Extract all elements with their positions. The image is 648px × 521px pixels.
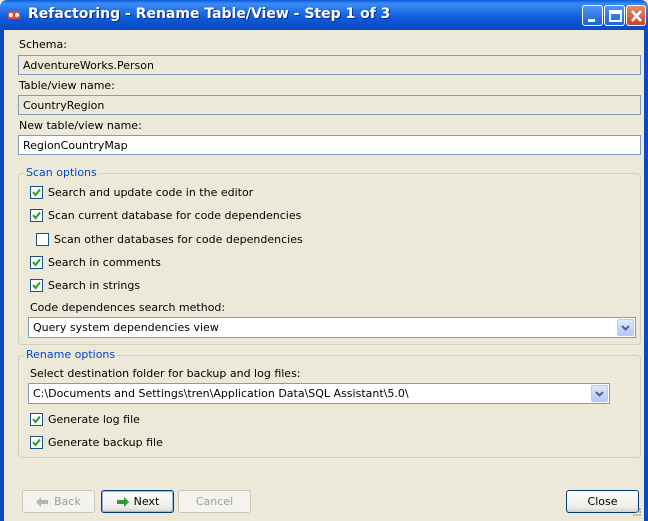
new-name-label: New table/view name: (19, 119, 142, 132)
checkbox-box (30, 279, 43, 292)
scan-options-title: Scan options (24, 166, 99, 179)
dropdown-button[interactable] (591, 385, 608, 402)
schema-field: AdventureWorks.Person (18, 55, 641, 75)
checkbox-label: Search and update code in the editor (48, 186, 254, 199)
app-icon (8, 11, 20, 19)
close-window-button[interactable] (626, 5, 646, 26)
close-button[interactable]: Close (566, 490, 639, 513)
checkbox-label: Generate log file (48, 413, 140, 426)
next-button[interactable]: Next (101, 490, 174, 513)
checkbox-box (30, 413, 43, 426)
minimize-button[interactable] (582, 5, 603, 26)
table-view-label: Table/view name: (19, 79, 115, 92)
window-frame-left (0, 30, 4, 521)
checkbox-label: Scan current database for code dependenc… (48, 209, 302, 222)
checkbox-label: Search in comments (48, 256, 161, 269)
window-title: Refactoring - Rename Table/View - Step 1… (28, 6, 391, 22)
destination-folder-value: C:\Documents and Settings\tren\Applicati… (33, 387, 409, 400)
checkbox-box (36, 233, 49, 246)
search-method-value: Query system dependencies view (33, 321, 219, 334)
resize-grip-icon[interactable] (632, 507, 642, 517)
scan-other-db-checkbox[interactable]: Scan other databases for code dependenci… (36, 233, 303, 246)
checkbox-box (30, 186, 43, 199)
checkbox-box (30, 436, 43, 449)
back-button-label: Back (54, 495, 81, 508)
checkbox-label: Generate backup file (48, 436, 163, 449)
checkmark-icon (32, 211, 41, 220)
table-view-field: CountryRegion (18, 95, 641, 115)
back-button[interactable]: Back (22, 490, 95, 513)
destination-folder-select[interactable]: C:\Documents and Settings\tren\Applicati… (28, 383, 610, 404)
search-method-select[interactable]: Query system dependencies view (28, 317, 636, 338)
rename-options-title: Rename options (24, 348, 118, 361)
scan-current-db-checkbox[interactable]: Scan current database for code dependenc… (30, 209, 301, 222)
checkbox-box (30, 209, 43, 222)
search-method-label: Code dependences search method: (30, 301, 226, 314)
chevron-down-icon (595, 391, 604, 397)
maximize-button[interactable] (604, 5, 625, 26)
generate-backup-checkbox[interactable]: Generate backup file (30, 436, 163, 449)
checkbox-label: Search in strings (48, 279, 141, 292)
search-comments-checkbox[interactable]: Search in comments (30, 256, 161, 269)
checkmark-icon (32, 281, 41, 290)
cancel-button[interactable]: Cancel (178, 490, 251, 513)
arrow-right-icon (116, 496, 129, 507)
next-button-label: Next (133, 495, 160, 508)
new-name-input[interactable]: RegionCountryMap (18, 135, 641, 155)
arrow-left-icon (36, 496, 49, 507)
close-icon (631, 10, 642, 22)
chevron-down-icon (621, 325, 630, 331)
checkbox-label: Scan other databases for code dependenci… (54, 233, 303, 246)
search-strings-checkbox[interactable]: Search in strings (30, 279, 140, 292)
maximize-icon (609, 10, 622, 22)
destination-folder-label: Select destination folder for backup and… (30, 367, 301, 380)
dropdown-button[interactable] (617, 319, 634, 336)
search-update-editor-checkbox[interactable]: Search and update code in the editor (30, 186, 253, 199)
checkmark-icon (32, 258, 41, 267)
checkmark-icon (32, 438, 41, 447)
cancel-button-label: Cancel (195, 495, 234, 508)
schema-label: Schema: (19, 38, 67, 51)
minimize-icon (588, 19, 595, 22)
checkmark-icon (32, 415, 41, 424)
checkbox-box (30, 256, 43, 269)
window-frame-right (644, 30, 648, 521)
checkmark-icon (32, 188, 41, 197)
close-button-label: Close (587, 495, 618, 508)
generate-log-checkbox[interactable]: Generate log file (30, 413, 140, 426)
title-bar[interactable]: Refactoring - Rename Table/View - Step 1… (0, 0, 648, 30)
